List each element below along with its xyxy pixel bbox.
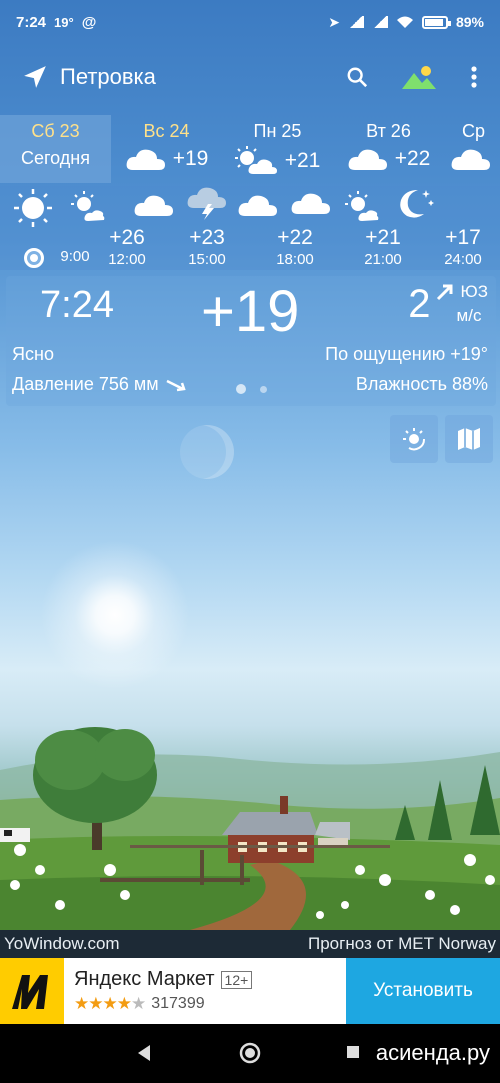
- app-bar: Петровка: [0, 52, 500, 102]
- back-icon[interactable]: [136, 1044, 152, 1062]
- cloud-icon: [291, 193, 330, 214]
- hour-temp: +17: [445, 226, 481, 249]
- pressure-text: Давление 756 мм: [12, 374, 159, 394]
- day-tab-today[interactable]: Сб 23 Сегодня: [0, 115, 111, 183]
- hourly-forecast: 9:00 +26 12:00 +23 15:00 +22 18:00 +21 2…: [0, 186, 500, 270]
- age-rating-badge: 12+: [220, 970, 253, 989]
- search-icon[interactable]: [346, 66, 368, 88]
- location-name[interactable]: Петровка: [60, 64, 156, 90]
- hour-temp: +21: [365, 226, 401, 249]
- landscape-picker-icon[interactable]: [400, 63, 438, 91]
- install-button[interactable]: Установить: [346, 958, 500, 1024]
- sun-icon: [14, 189, 52, 227]
- day-name: Сб 23: [31, 121, 80, 141]
- hour-time: 21:00: [364, 251, 402, 268]
- signal-icon-2: [371, 16, 388, 28]
- location-arrow-icon: ➤: [328, 13, 340, 30]
- map-icon: [458, 428, 480, 450]
- cloud-icon: [134, 195, 173, 216]
- hour-time: 12:00: [108, 251, 146, 268]
- hour-temp: +22: [277, 226, 313, 249]
- rating-count: 317399: [151, 995, 205, 1012]
- day-tab[interactable]: Пн 25 +21: [222, 115, 333, 183]
- signal-icon: [347, 16, 364, 28]
- day-name: Пн 25: [253, 121, 302, 141]
- sun-cloud-icon: [234, 146, 277, 174]
- day-tab[interactable]: Вт 26 +22: [333, 115, 444, 183]
- day-name: Вт 26: [366, 121, 411, 141]
- cloud-icon: [451, 149, 490, 170]
- sun-small-cloud-icon: [71, 191, 105, 221]
- hour-temp: +23: [189, 226, 225, 249]
- current-temperature: +19: [201, 279, 300, 344]
- hour-time: 24:00: [444, 251, 482, 268]
- hour-slot[interactable]: +21 21:00: [348, 226, 418, 268]
- day-tab[interactable]: Вс 24 +19: [111, 115, 222, 183]
- day-name: Вс 24: [143, 121, 190, 141]
- pressure-row: Давление 756 мм: [12, 374, 187, 395]
- hour-slot[interactable]: +22 18:00: [260, 226, 330, 268]
- hour-slot[interactable]: +26 12:00: [92, 226, 162, 268]
- humidity-text: Влажность 88%: [355, 374, 488, 394]
- pager-dot: [260, 385, 267, 393]
- battery-icon: [421, 15, 451, 29]
- card-pager[interactable]: [236, 384, 267, 394]
- cloud-icon: [348, 149, 387, 170]
- map-button[interactable]: [445, 415, 493, 463]
- wind-unit: м/с: [456, 306, 482, 325]
- hour-time: 18:00: [276, 251, 314, 268]
- wind-info: 2 ЮЗ м/с: [408, 282, 488, 327]
- status-time: 7:24: [16, 13, 47, 31]
- day-temp: +19: [172, 147, 209, 170]
- cloud-icon: [126, 149, 165, 170]
- home-icon[interactable]: [239, 1042, 261, 1064]
- ad-banner[interactable]: Яндекс Маркет 12+ ★★★★★ 317399 Установит…: [0, 958, 500, 1024]
- pager-dot-active: [236, 384, 246, 394]
- at-icon: @: [81, 13, 97, 31]
- current-time: 7:24: [40, 284, 114, 326]
- recents-icon[interactable]: [346, 1045, 360, 1059]
- ad-title: Яндекс Маркет: [74, 968, 215, 990]
- wind-direction: ЮЗ: [460, 282, 488, 301]
- yowindow-link[interactable]: YoWindow.com: [4, 934, 120, 954]
- hour-slot[interactable]: +17 24:00: [428, 226, 498, 268]
- credits-bar: YoWindow.com Прогноз от MET Norway: [0, 930, 500, 958]
- thunder-cloud-icon: [187, 187, 226, 220]
- status-bar: 7:24 19° @ ➤ 89%: [0, 0, 500, 44]
- day-tab[interactable]: Ср: [444, 115, 500, 183]
- sun-moon-button[interactable]: [390, 415, 438, 463]
- hour-slot[interactable]: +23 15:00: [172, 226, 242, 268]
- yandex-market-logo: [0, 958, 64, 1024]
- sun-small-cloud-icon: [345, 191, 379, 221]
- sun-rotate-icon: [403, 428, 426, 451]
- wifi-icon: [396, 16, 413, 28]
- location-arrow-icon[interactable]: [22, 64, 48, 90]
- star-rating: ★★★★★: [74, 994, 146, 1013]
- cloud-icon: [238, 195, 277, 216]
- more-menu-icon[interactable]: [470, 65, 478, 89]
- watermark: асиенда.ру: [375, 1040, 490, 1065]
- day-temp: +22: [394, 147, 431, 170]
- wind-speed: 2: [408, 282, 431, 326]
- forecast-source[interactable]: Прогноз от MET Norway: [308, 934, 496, 954]
- today-label: Сегодня: [21, 148, 90, 168]
- day-temp: +21: [284, 149, 321, 172]
- battery-percent: 89%: [455, 14, 484, 30]
- status-temp: 19°: [54, 14, 74, 30]
- current-conditions-card[interactable]: 7:24 +19 2 ЮЗ м/с Ясно По ощущению +19° …: [6, 276, 496, 406]
- wind-direction-arrow-icon: [436, 284, 453, 301]
- condition-text: Ясно: [12, 344, 54, 364]
- hour-temp: +26: [109, 226, 145, 249]
- daily-forecast-tabs: Сб 23 Сегодня Вс 24 +19 Пн 25 +21 Вт 26 …: [0, 115, 500, 183]
- pressure-trend-arrow-icon: [166, 379, 186, 391]
- hour-time: 15:00: [188, 251, 226, 268]
- feels-like-text: По ощущению +19°: [325, 344, 488, 364]
- day-name: Ср: [462, 121, 486, 141]
- moon-stars-icon: [400, 190, 434, 218]
